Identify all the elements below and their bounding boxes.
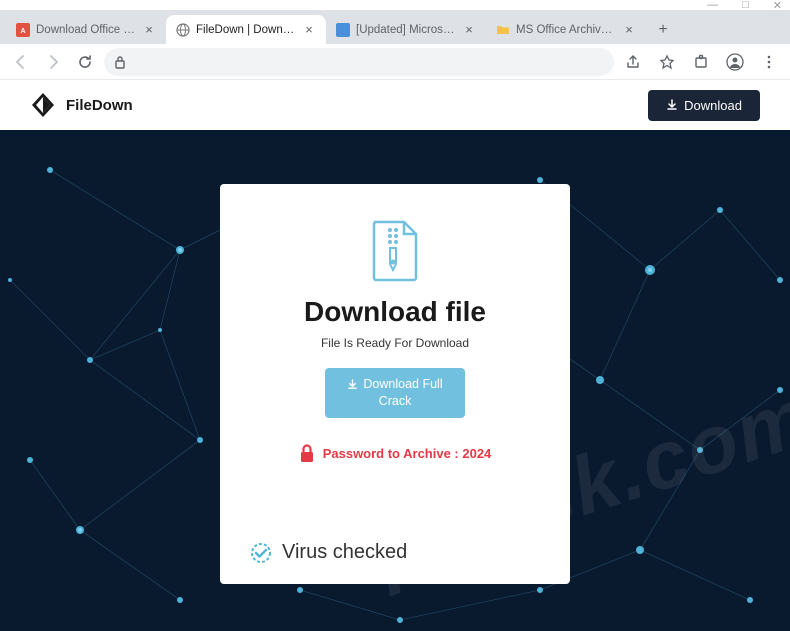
- globe-favicon-icon: [176, 23, 190, 37]
- pdf-favicon-icon: A: [16, 23, 30, 37]
- lock-icon: [114, 55, 128, 69]
- back-icon[interactable]: [8, 49, 34, 75]
- tab-3[interactable]: MS Office Archives - Crack 4 PC ×: [486, 15, 646, 45]
- card-subtitle: File Is Ready For Download: [321, 336, 469, 350]
- password-label: Password to Archive : 2024: [323, 446, 492, 461]
- minimize-icon[interactable]: —: [707, 0, 718, 11]
- reload-icon[interactable]: [72, 49, 98, 75]
- new-tab-button[interactable]: +: [650, 17, 676, 43]
- download-card: Download file File Is Ready For Download…: [220, 184, 570, 584]
- card-title: Download file: [304, 296, 486, 328]
- svg-text:A: A: [20, 28, 25, 35]
- download-header-button[interactable]: Download: [648, 90, 760, 121]
- brand-logo-icon: [30, 92, 56, 118]
- download-crack-button[interactable]: Download Full Crack: [325, 368, 464, 418]
- download-header-label: Download: [684, 98, 742, 113]
- download-label-line1: Download Full: [363, 376, 442, 393]
- tab-title: FileDown | Download file: [196, 24, 296, 36]
- close-icon[interactable]: ×: [462, 23, 476, 37]
- close-icon[interactable]: ×: [622, 23, 636, 37]
- maximize-icon[interactable]: □: [742, 0, 749, 11]
- lock-red-icon: [299, 444, 315, 464]
- password-row: Password to Archive : 2024: [299, 444, 492, 464]
- bookmark-icon[interactable]: [654, 49, 680, 75]
- check-circle-icon: [250, 542, 272, 564]
- virus-checked-row: Virus checked: [250, 541, 407, 564]
- brand-name: FileDown: [66, 97, 133, 114]
- doc-favicon-icon: [336, 23, 350, 37]
- forward-icon[interactable]: [40, 49, 66, 75]
- brand[interactable]: FileDown: [30, 92, 133, 118]
- tab-0[interactable]: A Download Office 365 Pro Plus f ×: [6, 15, 166, 45]
- share-icon[interactable]: [620, 49, 646, 75]
- tab-title: MS Office Archives - Crack 4 PC: [516, 24, 616, 36]
- menu-icon[interactable]: [756, 49, 782, 75]
- close-icon[interactable]: ×: [142, 23, 156, 37]
- download-icon: [347, 379, 358, 390]
- tab-1[interactable]: FileDown | Download file ×: [166, 15, 326, 45]
- tab-2[interactable]: [Updated] Microsoft Office Cra ×: [326, 15, 486, 45]
- tab-title: Download Office 365 Pro Plus f: [36, 24, 136, 36]
- browser-toolbar: [0, 44, 790, 80]
- window-controls: — □ ✕: [0, 0, 790, 10]
- address-bar[interactable]: [104, 48, 614, 76]
- folder-favicon-icon: [496, 23, 510, 37]
- tab-strip: A Download Office 365 Pro Plus f × FileD…: [0, 10, 790, 44]
- download-label-line2: Crack: [379, 393, 412, 410]
- virus-checked-label: Virus checked: [282, 541, 407, 564]
- zip-file-icon: [368, 220, 422, 282]
- close-icon[interactable]: ×: [302, 23, 316, 37]
- page-header: FileDown Download: [0, 80, 790, 130]
- content-area: pcrisk.com Download file File Is Ready F…: [0, 130, 790, 631]
- extensions-icon[interactable]: [688, 49, 714, 75]
- close-window-icon[interactable]: ✕: [773, 0, 782, 12]
- tab-title: [Updated] Microsoft Office Cra: [356, 24, 456, 36]
- download-icon: [666, 99, 678, 111]
- profile-icon[interactable]: [722, 49, 748, 75]
